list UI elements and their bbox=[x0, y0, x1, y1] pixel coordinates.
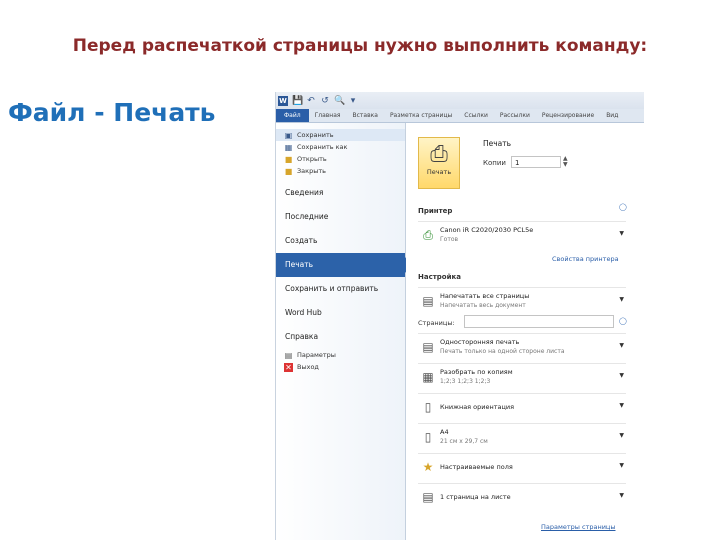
chevron-down-icon: ▼ bbox=[619, 296, 624, 303]
customize-icon[interactable]: ▾ bbox=[348, 96, 358, 106]
margins-title: Настраиваемые поля bbox=[440, 463, 513, 471]
options-icon: ▤ bbox=[284, 350, 293, 360]
print-range-title: Напечатать все страницы bbox=[440, 292, 530, 300]
sides-select[interactable]: ▤ Односторонняя печать Печать только на … bbox=[418, 333, 626, 359]
undo-icon[interactable]: ↶ bbox=[306, 96, 316, 106]
backstage-save[interactable]: ▣ Сохранить bbox=[276, 129, 405, 141]
tab-review[interactable]: Рецензирование bbox=[536, 112, 600, 119]
print-range-subtitle: Напечатать весь документ bbox=[440, 302, 526, 309]
collate-select[interactable]: ▦ Разобрать по копиям 1;2;3 1;2;3 1;2;3 … bbox=[418, 363, 626, 389]
tab-view[interactable]: Вид bbox=[600, 112, 624, 119]
redo-icon[interactable]: ↺ bbox=[320, 96, 330, 106]
chevron-down-icon: ▼ bbox=[619, 402, 624, 409]
backstage-nav: ▣ Сохранить ▦ Сохранить как ■ Открыть ■ … bbox=[276, 123, 411, 540]
backstage-save-label: Сохранить bbox=[297, 131, 334, 139]
orientation-select[interactable]: ▯ Книжная ориентация ▼ bbox=[418, 393, 626, 419]
slide-title: Перед распечаткой страницы нужно выполни… bbox=[72, 36, 648, 56]
backstage-save-as[interactable]: ▦ Сохранить как bbox=[276, 141, 405, 153]
backstage-recent[interactable]: Последние bbox=[276, 205, 405, 229]
tab-file[interactable]: Файл bbox=[276, 109, 309, 122]
collate-title: Разобрать по копиям bbox=[440, 368, 513, 376]
paper-title: A4 bbox=[440, 428, 449, 436]
tab-insert[interactable]: Вставка bbox=[347, 112, 384, 119]
print-preview-icon[interactable]: 🔍 bbox=[334, 96, 345, 106]
backstage-save-as-label: Сохранить как bbox=[297, 143, 348, 151]
collate-subtitle: 1;2;3 1;2;3 1;2;3 bbox=[440, 378, 491, 385]
paper-size-select[interactable]: ▯ A4 21 см x 29,7 см ▼ bbox=[418, 423, 626, 449]
printer-icon: ⎙ bbox=[430, 142, 448, 167]
backstage-close[interactable]: ■ Закрыть bbox=[276, 165, 405, 177]
tab-mailings[interactable]: Рассылки bbox=[494, 112, 536, 119]
backstage-options[interactable]: ▤ Параметры bbox=[276, 349, 405, 361]
backstage-close-label: Закрыть bbox=[297, 167, 326, 175]
info-icon[interactable]: ◯ bbox=[619, 317, 627, 325]
printer-status: Готов bbox=[440, 236, 459, 243]
backstage-new[interactable]: Создать bbox=[276, 229, 405, 253]
pages-per-sheet-select[interactable]: ▤ 1 страница на листе ▼ bbox=[418, 483, 626, 509]
chevron-down-icon: ▼ bbox=[619, 372, 624, 379]
backstage-help[interactable]: Справка bbox=[276, 325, 405, 349]
print-header: Печать bbox=[483, 139, 512, 148]
print-range-select[interactable]: ▤ Напечатать все страницы Напечатать вес… bbox=[418, 287, 626, 313]
chevron-down-icon: ▼ bbox=[619, 462, 624, 469]
quick-access-toolbar: W 💾 ↶ ↺ 🔍 ▾ bbox=[276, 92, 644, 109]
backstage-open-label: Открыть bbox=[297, 155, 327, 163]
print-button[interactable]: ⎙ Печать bbox=[418, 137, 460, 189]
print-pane: ⎙ Печать Печать Копии 1 ▲ ▼ Принтер ◯ ⎙ C… bbox=[406, 123, 644, 540]
chevron-down-icon: ▼ bbox=[619, 492, 624, 499]
backstage-word-hub[interactable]: Word Hub bbox=[276, 301, 405, 325]
backstage-info[interactable]: Сведения bbox=[276, 181, 405, 205]
ribbon-tabs: Файл Главная Вставка Разметка страницы С… bbox=[276, 109, 644, 123]
portrait-icon: ▯ bbox=[424, 400, 432, 414]
print-button-label: Печать bbox=[426, 168, 452, 176]
copies-spinner[interactable]: ▲ ▼ bbox=[563, 156, 568, 168]
pages-input[interactable] bbox=[464, 315, 614, 328]
save-icon[interactable]: 💾 bbox=[292, 96, 303, 106]
printer-select[interactable]: ⎙ Canon iR C2020/2030 PCL5e Готов ▼ bbox=[418, 221, 626, 251]
printer-device-icon: ⎙ bbox=[423, 228, 433, 242]
page-setup-link[interactable]: Параметры страницы bbox=[541, 523, 616, 531]
tab-references[interactable]: Ссылки bbox=[458, 112, 494, 119]
orientation-title: Книжная ориентация bbox=[440, 403, 515, 411]
word-logo-icon: W bbox=[278, 95, 288, 106]
sides-subtitle: Печать только на одной стороне листа bbox=[440, 348, 565, 355]
collate-icon: ▦ bbox=[422, 370, 434, 384]
pages-per-sheet-icon: ▤ bbox=[422, 490, 434, 504]
printer-name: Canon iR C2020/2030 PCL5e bbox=[440, 226, 534, 234]
paper-icon: ▯ bbox=[424, 430, 432, 444]
pages-label: Страницы: bbox=[418, 319, 455, 327]
per-sheet-title: 1 страница на листе bbox=[440, 493, 511, 501]
sides-title: Односторонняя печать bbox=[440, 338, 520, 346]
chevron-down-icon: ▼ bbox=[619, 342, 624, 349]
paper-subtitle: 21 см x 29,7 см bbox=[440, 438, 488, 445]
save-as-icon: ▦ bbox=[284, 142, 293, 152]
backstage-print[interactable]: Печать bbox=[276, 253, 411, 277]
margins-icon: ★ bbox=[422, 460, 434, 474]
one-sided-icon: ▤ bbox=[422, 340, 434, 354]
copies-label: Копии bbox=[483, 159, 506, 167]
word-print-screenshot: W 💾 ↶ ↺ 🔍 ▾ Файл Главная Вставка Разметк… bbox=[275, 92, 644, 540]
close-folder-icon: ■ bbox=[284, 166, 293, 176]
chevron-down-icon: ▼ bbox=[619, 230, 624, 237]
open-folder-icon: ■ bbox=[284, 154, 293, 164]
backstage-exit[interactable]: ✕ Выход bbox=[276, 361, 405, 373]
info-icon[interactable]: ◯ bbox=[619, 203, 627, 211]
backstage-save-send[interactable]: Сохранить и отправить bbox=[276, 277, 405, 301]
backstage-options-label: Параметры bbox=[297, 351, 336, 359]
printer-properties-link[interactable]: Свойства принтера bbox=[552, 255, 619, 263]
chevron-down-icon: ▼ bbox=[619, 432, 624, 439]
save-icon: ▣ bbox=[284, 130, 293, 140]
tab-page-layout[interactable]: Разметка страницы bbox=[384, 112, 458, 119]
margins-select[interactable]: ★ Настраиваемые поля ▼ bbox=[418, 453, 626, 479]
settings-section-header: Настройка bbox=[418, 273, 461, 281]
backstage-open[interactable]: ■ Открыть bbox=[276, 153, 405, 165]
tab-home[interactable]: Главная bbox=[309, 112, 347, 119]
command-caption: Файл - Печать bbox=[8, 98, 216, 127]
copies-input[interactable]: 1 bbox=[511, 156, 561, 168]
printer-section-header: Принтер bbox=[418, 207, 453, 215]
exit-icon: ✕ bbox=[284, 362, 293, 372]
pages-icon: ▤ bbox=[422, 294, 434, 308]
backstage-exit-label: Выход bbox=[297, 363, 319, 371]
